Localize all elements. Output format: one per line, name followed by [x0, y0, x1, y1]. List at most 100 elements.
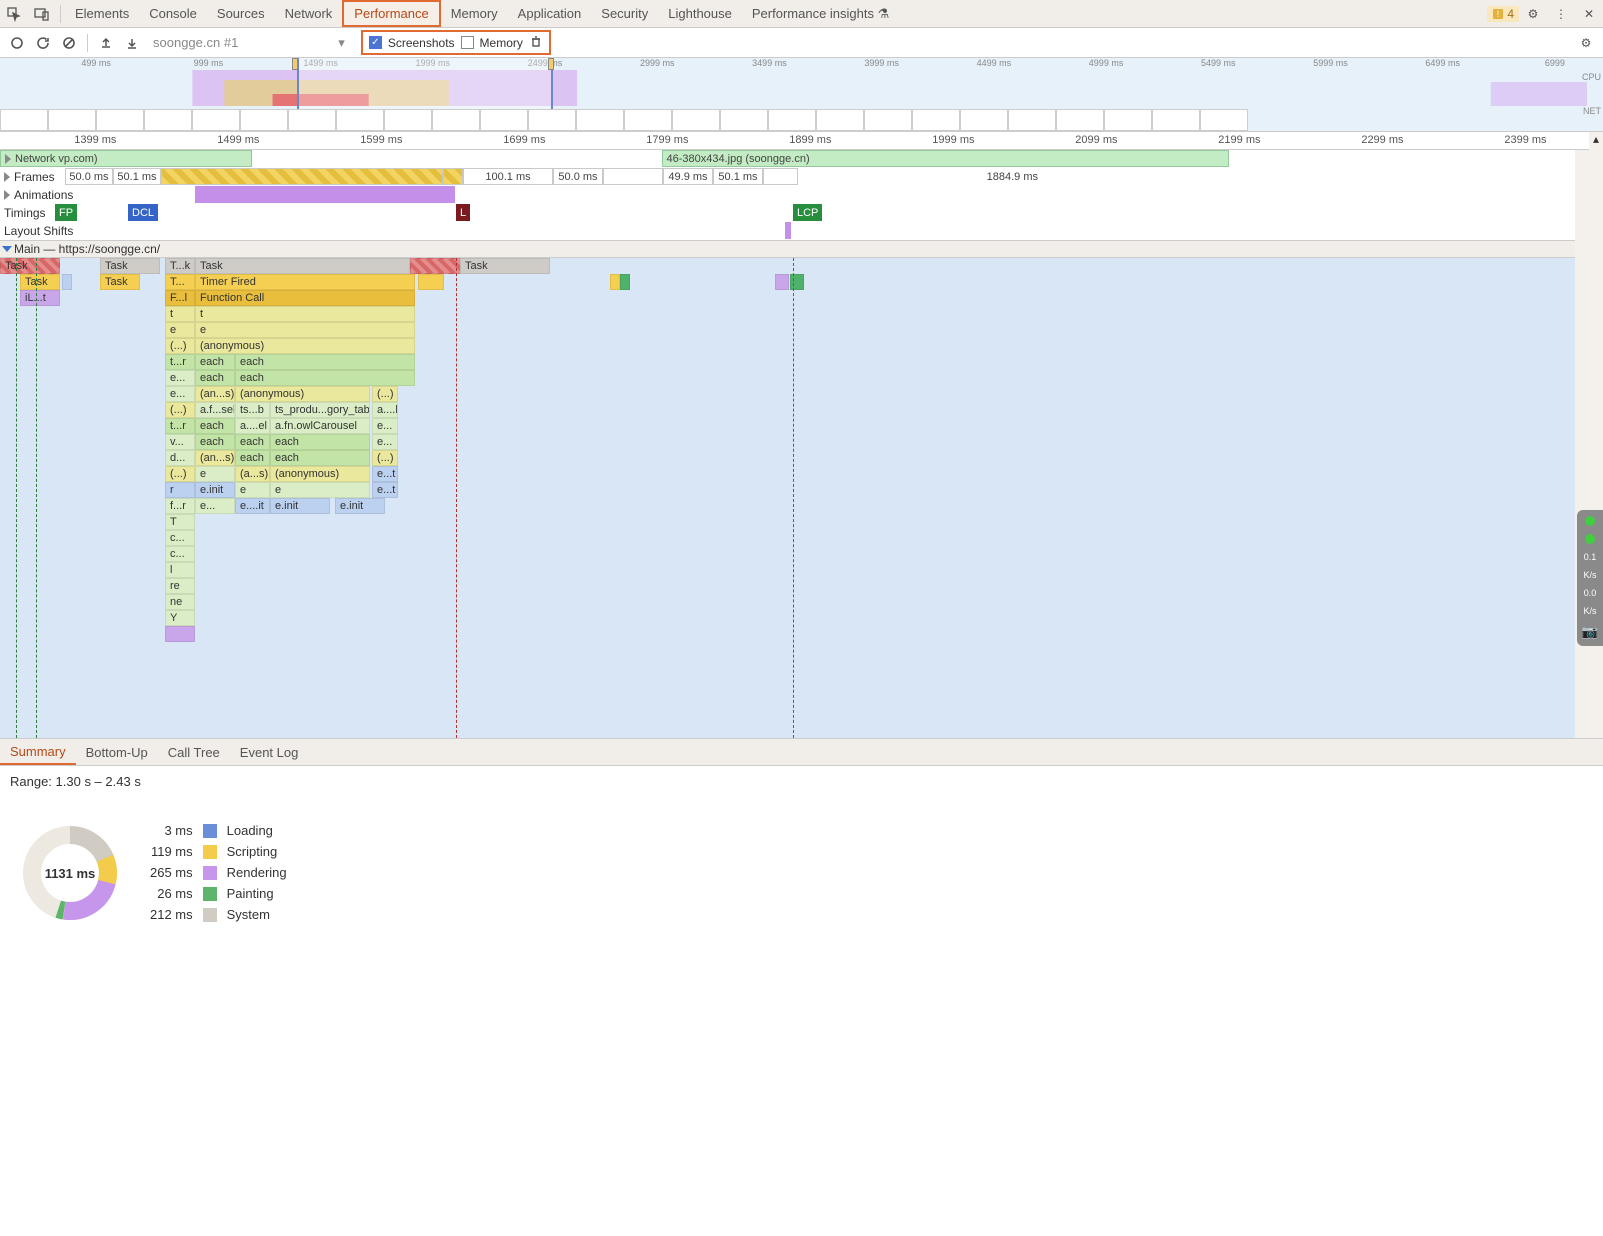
- network-entry[interactable]: 46-380x434.jpg (soongge.cn): [662, 150, 1229, 167]
- flame-entry[interactable]: T: [165, 514, 195, 530]
- flame-entry[interactable]: re: [165, 578, 195, 594]
- timing-fp[interactable]: FP: [55, 204, 77, 221]
- scrollbar-vertical[interactable]: ▴: [1589, 132, 1603, 738]
- flame-task[interactable]: T...k: [165, 258, 195, 274]
- frame-entry-dropped[interactable]: [161, 168, 443, 185]
- flame-entry[interactable]: [610, 274, 620, 290]
- more-icon[interactable]: ⋮: [1547, 0, 1575, 28]
- flame-entry[interactable]: l: [165, 562, 195, 578]
- flame-entry[interactable]: t...r: [165, 418, 195, 434]
- flame-entry[interactable]: e...: [165, 386, 195, 402]
- flame-entry[interactable]: t: [195, 306, 415, 322]
- network-track[interactable]: Network vp.com) 46-380x434.jpg (soongge.…: [0, 150, 1575, 168]
- tab-event-log[interactable]: Event Log: [230, 739, 309, 765]
- memory-checkbox[interactable]: [461, 36, 474, 49]
- flame-entry[interactable]: (a...s): [235, 466, 270, 482]
- flame-entry[interactable]: (anonymous): [270, 466, 370, 482]
- flame-entry[interactable]: a.f...sel: [195, 402, 235, 418]
- flame-entry[interactable]: each: [195, 354, 235, 370]
- flame-entry[interactable]: ts_produ...gory_tab: [270, 402, 370, 418]
- flame-task[interactable]: Task: [460, 258, 550, 274]
- flame-entry[interactable]: d...: [165, 450, 195, 466]
- animations-track[interactable]: Animations: [0, 186, 1575, 204]
- flame-entry[interactable]: a....l: [372, 402, 398, 418]
- flame-entry[interactable]: iL...t: [20, 290, 60, 306]
- reload-record-button[interactable]: [32, 32, 54, 54]
- flame-entry[interactable]: (an...s): [195, 386, 235, 402]
- inspect-icon[interactable]: [0, 0, 28, 28]
- flame-entry[interactable]: ne: [165, 594, 195, 610]
- tab-security[interactable]: Security: [591, 0, 658, 27]
- flame-entry[interactable]: each: [195, 418, 235, 434]
- flame-entry[interactable]: e.init: [270, 498, 330, 514]
- flame-entry[interactable]: v...: [165, 434, 195, 450]
- tab-sources[interactable]: Sources: [207, 0, 275, 27]
- flame-entry[interactable]: c...: [165, 530, 195, 546]
- flame-entry[interactable]: (...): [372, 450, 398, 466]
- flame-task[interactable]: Task: [195, 258, 410, 274]
- layout-shifts-track[interactable]: Layout Shifts: [0, 222, 1575, 240]
- flame-entry[interactable]: t: [165, 306, 195, 322]
- flame-entry[interactable]: e...: [372, 418, 398, 434]
- frames-track[interactable]: Frames 50.0 ms 50.1 ms 100.1 ms 50.0 ms …: [0, 168, 1575, 186]
- flame-entry[interactable]: each: [235, 354, 415, 370]
- frame-entry[interactable]: 50.1 ms: [713, 168, 763, 185]
- flame-entry[interactable]: e: [270, 482, 370, 498]
- garbage-collect-icon[interactable]: [529, 34, 543, 51]
- flame-entry[interactable]: (...): [165, 402, 195, 418]
- flame-entry[interactable]: Task: [20, 274, 60, 290]
- flame-entry[interactable]: a....el: [235, 418, 270, 434]
- flame-entry[interactable]: e: [195, 466, 235, 482]
- profile-select[interactable]: soongge.cn #1 ▾: [147, 35, 351, 51]
- flame-entry[interactable]: (anonymous): [195, 338, 415, 354]
- frame-entry[interactable]: 50.0 ms: [65, 168, 113, 185]
- capture-settings-icon[interactable]: ⚙: [1575, 32, 1597, 54]
- flame-entry[interactable]: e...t: [372, 482, 398, 498]
- tab-application[interactable]: Application: [508, 0, 592, 27]
- flame-entry[interactable]: T...: [165, 274, 195, 290]
- flame-entry[interactable]: e...: [165, 370, 195, 386]
- frame-entry-dropped[interactable]: [443, 168, 463, 185]
- flame-entry[interactable]: [165, 626, 195, 642]
- flame-entry[interactable]: [775, 274, 789, 290]
- main-thread-header[interactable]: Main — https://soongge.cn/: [0, 240, 1575, 258]
- flame-entry[interactable]: each: [270, 434, 370, 450]
- frame-entry[interactable]: 50.0 ms: [553, 168, 603, 185]
- tab-console[interactable]: Console: [139, 0, 207, 27]
- flame-entry[interactable]: Y: [165, 610, 195, 626]
- overview-timeline[interactable]: 499 ms 999 ms 1499 ms 1999 ms 2499 ms 29…: [0, 58, 1603, 132]
- frame-entry[interactable]: [763, 168, 798, 185]
- timings-track[interactable]: Timings FP DCL L LCP: [0, 204, 1575, 222]
- timing-dcl[interactable]: DCL: [128, 204, 158, 221]
- tab-bottom-up[interactable]: Bottom-Up: [76, 739, 158, 765]
- network-entry[interactable]: Network vp.com): [0, 150, 252, 167]
- warnings-badge[interactable]: ! 4: [1487, 6, 1519, 22]
- flame-entry[interactable]: each: [270, 450, 370, 466]
- download-profile-icon[interactable]: [121, 32, 143, 54]
- tab-performance[interactable]: Performance: [342, 0, 440, 27]
- flame-entry[interactable]: each: [235, 370, 415, 386]
- flame-entry[interactable]: e....it: [235, 498, 270, 514]
- flame-entry[interactable]: t...r: [165, 354, 195, 370]
- flame-entry[interactable]: c...: [165, 546, 195, 562]
- flame-entry[interactable]: (an...s): [195, 450, 235, 466]
- tab-network[interactable]: Network: [275, 0, 343, 27]
- tab-perf-insights[interactable]: Performance insights ⚗: [742, 0, 899, 27]
- upload-profile-icon[interactable]: [95, 32, 117, 54]
- flame-entry[interactable]: each: [235, 450, 270, 466]
- flame-entry[interactable]: each: [195, 370, 235, 386]
- flame-entry[interactable]: (...): [165, 338, 195, 354]
- flame-chart[interactable]: Task Task T...k Task Task Task Task T...…: [0, 258, 1575, 738]
- frame-entry[interactable]: 1884.9 ms: [798, 168, 1198, 185]
- flame-entry[interactable]: e...t: [372, 466, 398, 482]
- flame-entry[interactable]: ts...b: [235, 402, 270, 418]
- flame-entry[interactable]: e: [165, 322, 195, 338]
- frame-entry[interactable]: 100.1 ms: [463, 168, 553, 185]
- flame-entry[interactable]: [62, 274, 72, 290]
- flame-entry[interactable]: F...l: [165, 290, 195, 306]
- animation-entry[interactable]: [195, 186, 455, 203]
- flame-entry[interactable]: e...: [195, 498, 235, 514]
- flame-entry[interactable]: a.fn.owlCarousel: [270, 418, 370, 434]
- flame-entry[interactable]: (anonymous): [235, 386, 370, 402]
- close-devtools-icon[interactable]: ✕: [1575, 0, 1603, 28]
